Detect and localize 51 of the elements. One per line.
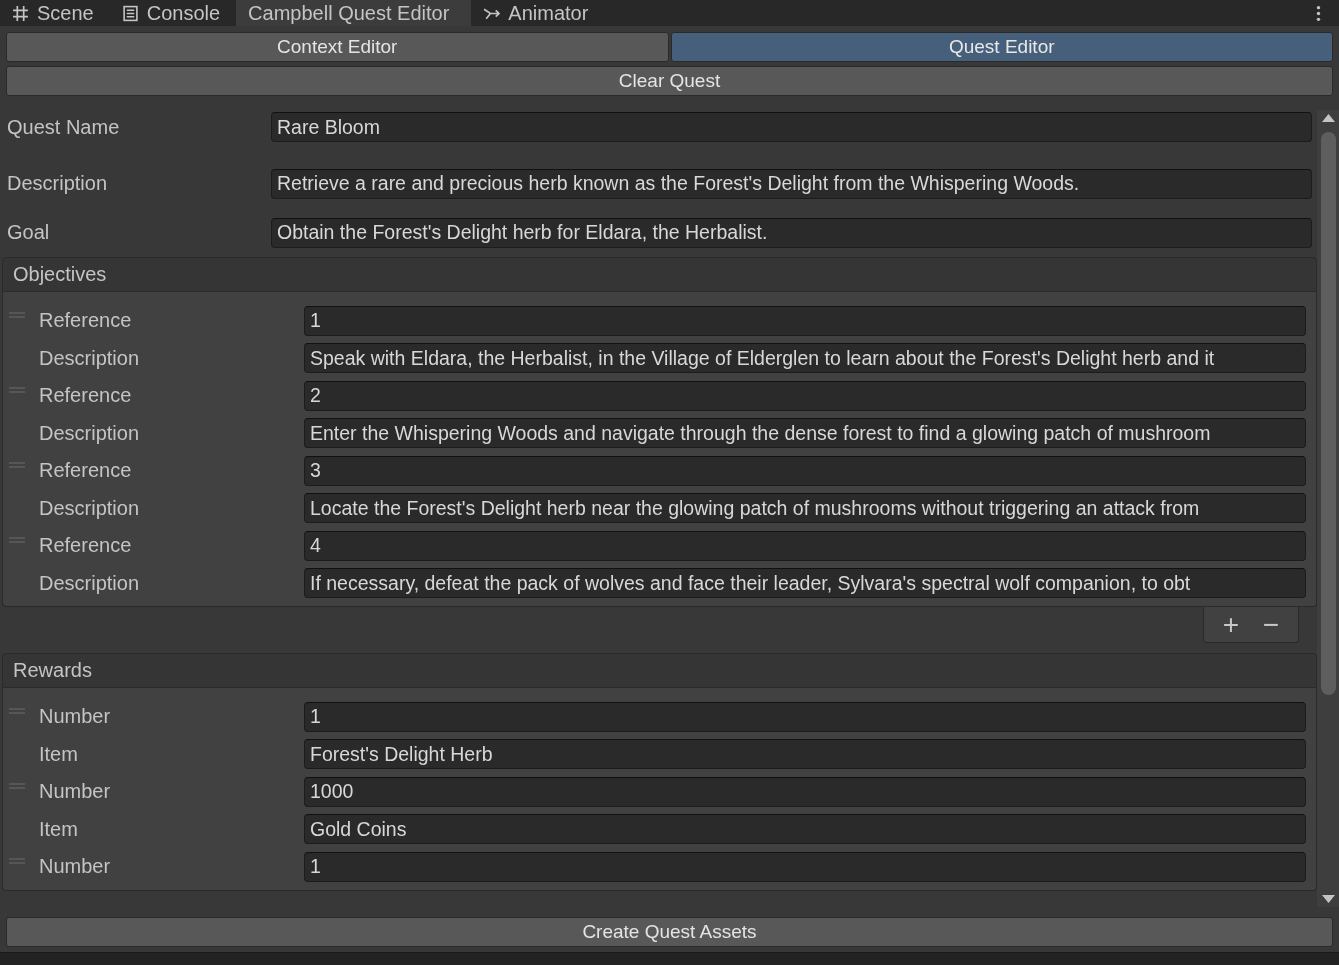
scroll-thumb[interactable]	[1320, 132, 1336, 695]
field-label: Description	[39, 421, 141, 445]
text-field[interactable]: 1000	[304, 776, 1306, 807]
field-label: Description	[39, 571, 141, 595]
mode-button[interactable]: Context Editor	[6, 32, 669, 62]
console-icon	[121, 4, 139, 22]
clear-quest-button[interactable]: Clear Quest	[6, 66, 1333, 96]
text-field[interactable]: If necessary, defeat the pack of wolves and face their leader, Sylvara's spectral wolf companion, to obt	[304, 568, 1306, 599]
field-label: Reference	[39, 459, 133, 483]
text-field[interactable]: 4	[304, 530, 1306, 561]
text-field[interactable]: 1	[304, 851, 1306, 882]
text-field[interactable]: 2	[304, 380, 1306, 411]
create-quest-assets-button[interactable]: Create Quest Assets	[6, 917, 1333, 947]
scroll-up-icon[interactable]	[1321, 114, 1335, 122]
editor-tab[interactable]: Animator	[471, 0, 605, 26]
scrollbar[interactable]	[1317, 110, 1339, 907]
field-label: Description	[6, 172, 109, 195]
field-label: Reference	[39, 534, 133, 558]
text-field[interactable]: Forest's Delight Herb	[304, 739, 1306, 770]
field-label: Number	[39, 705, 112, 729]
field-label: Number	[39, 855, 112, 879]
text-field[interactable]: Retrieve a rare and precious herb known as the Forest's Delight from the Whispering Woods.	[271, 168, 1312, 199]
section-header[interactable]: Rewards	[2, 653, 1317, 688]
field-label: Item	[39, 742, 79, 766]
text-field[interactable]: Obtain the Forest's Delight herb for Eldara, the Herbalist.	[271, 217, 1312, 248]
remove-button[interactable]: −	[1254, 607, 1288, 642]
field-label: Description	[39, 346, 141, 370]
field-label: Quest Name	[6, 115, 121, 139]
mode-button[interactable]: Quest Editor	[670, 32, 1333, 62]
grid-icon	[12, 4, 29, 22]
field-label: Reference	[39, 309, 133, 333]
field-label: Item	[39, 817, 79, 841]
text-field[interactable]: 3	[304, 455, 1306, 486]
text-field[interactable]: Gold Coins	[304, 814, 1306, 845]
section-header[interactable]: Objectives	[2, 257, 1317, 292]
text-field[interactable]: Enter the Whispering Woods and navigate through the dense forest to find a glowing patch of mushroom	[304, 418, 1306, 449]
editor-tab[interactable]: Scene	[0, 0, 110, 26]
text-field[interactable]: Locate the Forest's Delight herb near the glowing patch of mushrooms without triggering an attack from	[304, 493, 1306, 524]
text-field[interactable]: Speak with Eldara, the Herbalist, in the Village of Elderglen to learn about the Forest's Delight herb and it	[304, 343, 1306, 374]
add-button[interactable]: +	[1214, 607, 1248, 642]
text-field[interactable]: 1	[304, 701, 1306, 732]
text-field[interactable]: 1	[304, 305, 1306, 336]
text-field[interactable]: Rare Bloom	[271, 112, 1312, 142]
field-label: Goal	[6, 221, 51, 244]
editor-tab[interactable]: Campbell Quest Editor	[236, 0, 472, 26]
scroll-down-icon[interactable]	[1321, 895, 1335, 903]
more-menu-icon[interactable]	[1316, 4, 1321, 22]
field-label: Number	[39, 780, 112, 804]
editor-tab[interactable]: Console	[109, 0, 237, 26]
field-label: Reference	[39, 384, 133, 408]
field-label: Description	[39, 496, 141, 520]
